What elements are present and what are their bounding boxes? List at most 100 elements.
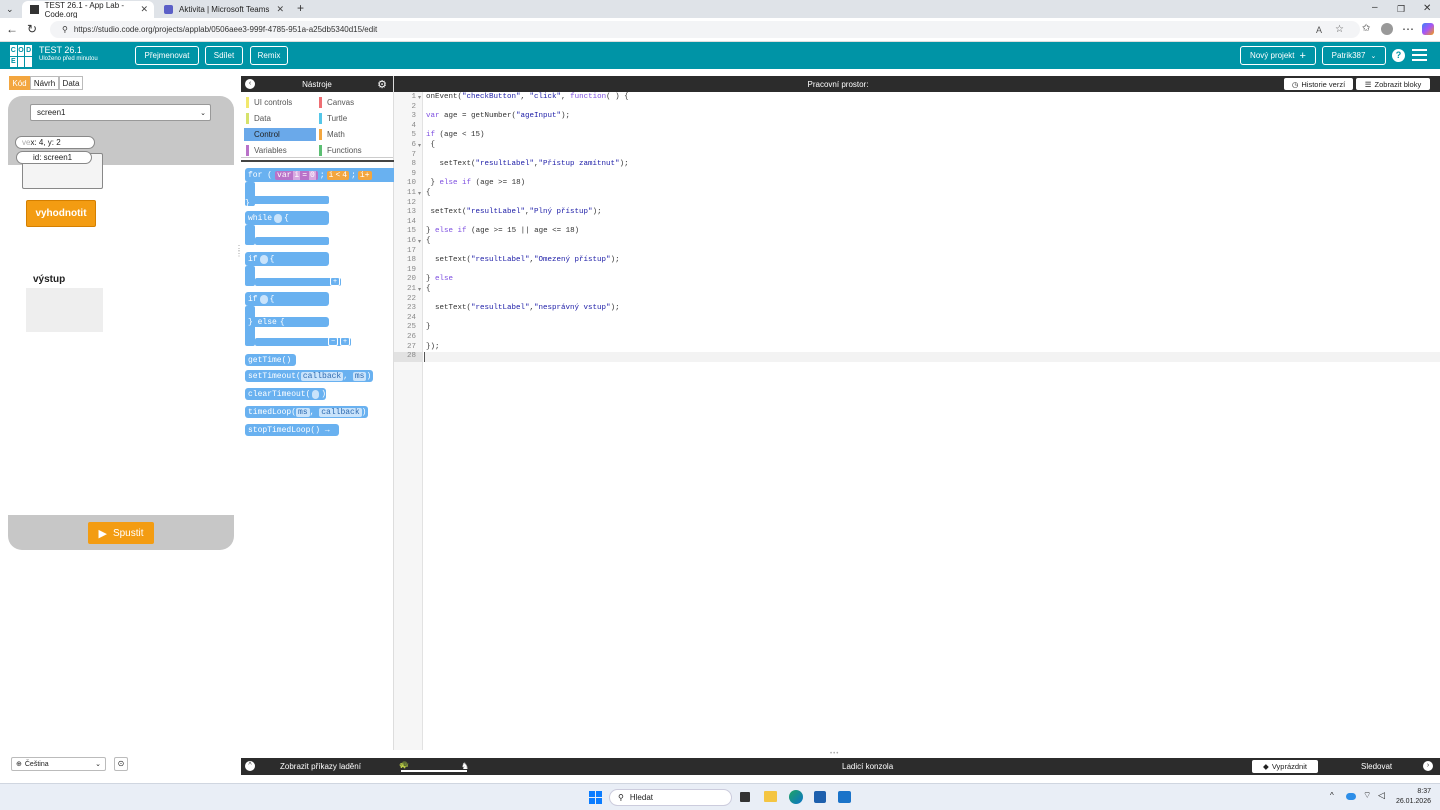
file-explorer-icon[interactable]	[764, 791, 777, 802]
hamburger-menu-icon[interactable]	[1412, 49, 1427, 61]
remix-button[interactable]: Remix	[250, 46, 288, 65]
tab-code[interactable]: Kód	[9, 76, 30, 90]
code-line[interactable]: });	[426, 343, 440, 353]
share-button[interactable]: Sdílet	[205, 46, 243, 65]
expand-debug-icon[interactable]: ^	[245, 761, 255, 771]
settimeout-block[interactable]: setTimeout( callback , ms )	[245, 370, 373, 382]
fold-arrow-icon[interactable]: ▾	[418, 190, 421, 197]
close-tab-icon[interactable]: ✕	[276, 4, 284, 15]
code-line[interactable]: onEvent("checkButton", "click", function…	[426, 93, 629, 103]
new-tab-icon[interactable]: +	[297, 1, 304, 15]
code-line[interactable]: } else if (age >= 15 || age <= 18)	[426, 227, 579, 237]
minimize-icon[interactable]: –	[1372, 1, 1378, 15]
code-line[interactable]: {	[426, 285, 431, 295]
show-blocks-button[interactable]: ☰ Zobrazit bloky	[1356, 78, 1430, 90]
taskbar-search[interactable]: ⚲ Hledat	[609, 789, 732, 806]
code-line[interactable]: setText("resultLabel","nesprávný vstup")…	[426, 304, 620, 314]
code-line[interactable]: } else if (age >= 18)	[426, 179, 526, 189]
start-menu-icon[interactable]	[589, 791, 602, 804]
speaker-icon[interactable]: ◁	[1378, 790, 1385, 801]
block-text: i+	[357, 170, 372, 180]
more-menu-icon[interactable]: ⋯	[1402, 22, 1414, 36]
fold-arrow-icon[interactable]: ▾	[418, 238, 421, 245]
tab-teams[interactable]: Aktivita | Microsoft Teams ✕	[156, 1, 290, 18]
restore-icon[interactable]: ❐	[1397, 2, 1405, 16]
tab-design[interactable]: Návrh	[30, 76, 59, 90]
close-tab-icon[interactable]: ✕	[140, 4, 148, 15]
gettime-block[interactable]: getTime()	[245, 354, 296, 366]
copilot-icon[interactable]	[1422, 23, 1434, 35]
favorite-star-icon[interactable]: ☆	[1335, 24, 1344, 35]
cleartimeout-block[interactable]: clearTimeout()	[245, 388, 326, 400]
code-line[interactable]: setText("resultLabel","Plný přístup");	[426, 208, 602, 218]
screen-select[interactable]: screen1 ⌄	[30, 104, 211, 121]
stoptimedloop-block[interactable]: stopTimedLoop() →	[245, 424, 339, 436]
chevron-up-icon[interactable]: ^	[1330, 791, 1334, 800]
version-history-button[interactable]: ◷ Historie verzí	[1284, 78, 1353, 90]
onedrive-icon[interactable]	[1346, 793, 1356, 800]
clock[interactable]: 8:37 26.01.2026	[1395, 787, 1431, 807]
code-line[interactable]: var age = getNumber("ageInput");	[426, 112, 570, 122]
resize-handle-icon[interactable]: ⋮ ⋮	[235, 245, 243, 258]
reload-icon[interactable]: ↻	[27, 22, 37, 36]
code-line[interactable]: {	[426, 189, 431, 199]
expand-watch-icon[interactable]: ›	[1423, 761, 1433, 771]
run-button[interactable]: ▶ Spustit	[88, 522, 154, 544]
user-menu-button[interactable]: Patrik387 ⌄	[1322, 46, 1386, 65]
tab-applab[interactable]: TEST 26.1 - App Lab - Code.org ✕	[22, 1, 154, 19]
speed-slider[interactable]: 🐢 ♞	[399, 758, 471, 775]
language-select[interactable]: ⊕ Čeština ⌄	[11, 757, 106, 771]
outlook-icon[interactable]	[838, 791, 851, 803]
tab-list-icon[interactable]: ⌄	[6, 2, 14, 16]
category-control[interactable]: Control	[244, 128, 316, 141]
fold-arrow-icon[interactable]: ▾	[418, 286, 421, 293]
category-variables[interactable]: Variables	[244, 144, 314, 157]
new-project-button[interactable]: Nový projekt +	[1240, 46, 1316, 65]
edge-icon[interactable]	[789, 790, 803, 804]
help-icon[interactable]: ?	[1392, 49, 1405, 62]
close-window-icon[interactable]: ✕	[1423, 2, 1431, 16]
clear-console-button[interactable]: ◆ Vyprázdnit	[1252, 760, 1318, 773]
site-info-icon[interactable]: ⚲	[62, 25, 68, 34]
category-turtle[interactable]: Turtle	[317, 112, 387, 125]
fold-arrow-icon[interactable]: ▾	[418, 94, 421, 101]
code-line[interactable]: {	[426, 237, 431, 247]
code-line[interactable]: if (age < 15)	[426, 131, 485, 141]
category-data[interactable]: Data	[244, 112, 314, 125]
url-field[interactable]: ⚲ https://studio.code.org/projects/appla…	[50, 21, 1360, 38]
collapse-toolbox-icon[interactable]: ‹	[245, 79, 255, 89]
read-aloud-icon[interactable]: A	[1316, 25, 1322, 35]
project-info: TEST 26.1 Uloženo před minutou	[39, 45, 98, 62]
wifi-icon[interactable]: ⌔	[1363, 790, 1371, 801]
code-line[interactable]: setText("resultLabel","Přístup zamítnut"…	[426, 160, 629, 170]
category-functions[interactable]: Functions	[317, 144, 387, 157]
codeorg-logo[interactable]: C O D E	[10, 45, 32, 67]
app-screen[interactable]: ve x: 4, y: 2 id: screen1 vyhodnotit výst…	[8, 136, 234, 515]
add-else-icon[interactable]: +	[340, 337, 350, 346]
add-else-icon[interactable]: +	[330, 277, 340, 286]
remove-else-icon[interactable]: −	[328, 337, 338, 346]
profile-avatar[interactable]	[1381, 23, 1393, 35]
code-line[interactable]: } else	[426, 275, 453, 285]
timedloop-block[interactable]: timedLoop( ms , callback )	[245, 406, 368, 418]
category-math[interactable]: Math	[317, 128, 387, 141]
rename-button[interactable]: Přejmenovat	[135, 46, 199, 65]
resize-handle-icon[interactable]: •••	[830, 751, 839, 757]
favorites-icon[interactable]: ✩	[1362, 22, 1370, 36]
code-editor[interactable]: onEvent("checkButton", "click", function…	[424, 92, 1440, 750]
category-ui-controls[interactable]: UI controls	[244, 96, 314, 109]
code-line[interactable]: {	[426, 141, 436, 151]
task-view-icon[interactable]	[740, 792, 750, 802]
back-icon[interactable]: ←	[6, 22, 18, 36]
settings-icon[interactable]: ⊙	[114, 757, 128, 771]
gear-icon[interactable]: ⚙	[377, 78, 387, 91]
code-line[interactable]: }	[426, 323, 431, 333]
tab-data[interactable]: Data	[59, 76, 83, 90]
block-text: var	[277, 170, 292, 180]
fold-arrow-icon[interactable]: ▾	[418, 142, 421, 149]
category-canvas[interactable]: Canvas	[317, 96, 387, 109]
debug-commands-label[interactable]: Zobrazit příkazy ladění	[280, 762, 361, 771]
evaluate-button[interactable]: vyhodnotit	[26, 200, 96, 227]
store-icon[interactable]	[814, 791, 826, 803]
code-line[interactable]: setText("resultLabel","Omezený přístup")…	[426, 256, 620, 266]
